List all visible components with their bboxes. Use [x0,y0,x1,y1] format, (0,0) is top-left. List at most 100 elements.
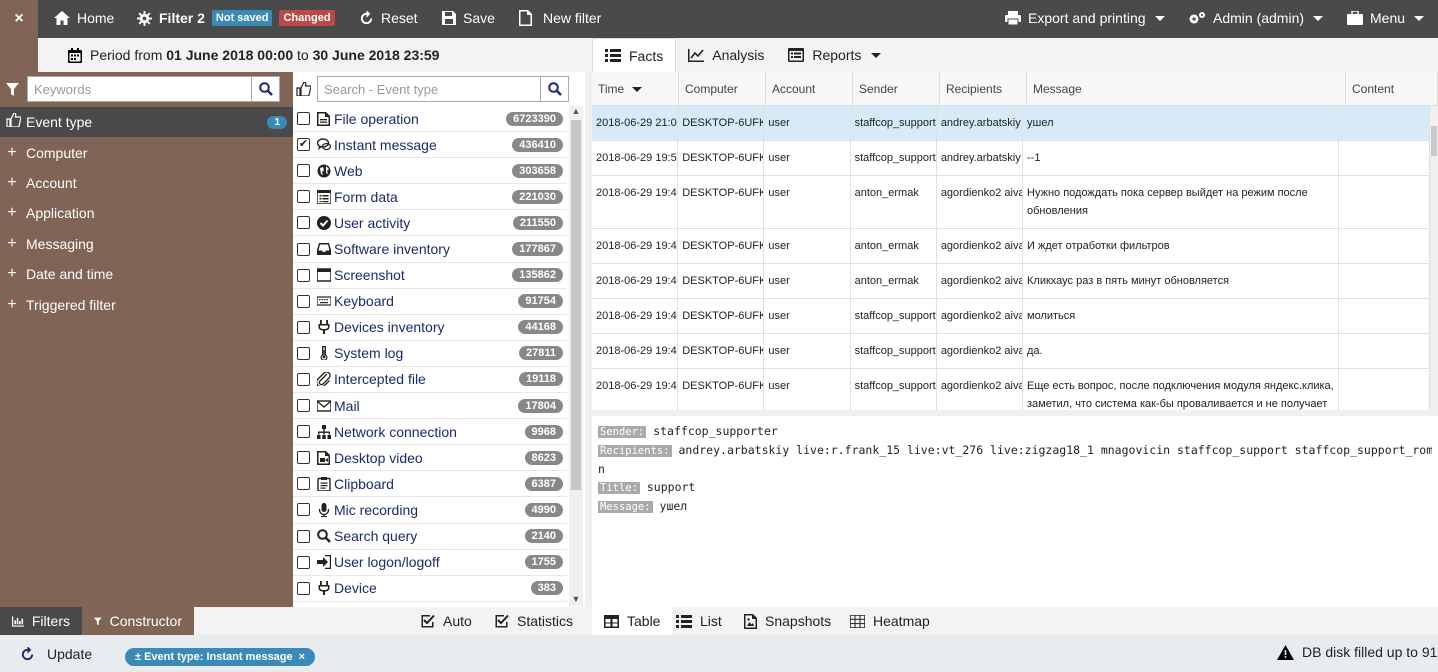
checkbox[interactable] [297,451,310,465]
checkbox[interactable] [297,581,310,595]
cell-computer: DESKTOP-6UFKR [678,106,765,140]
table-row[interactable]: 2018-06-29 19:5DESKTOP-6UFKRuserstaffcop… [592,141,1430,176]
table-row[interactable]: 2018-06-29 19:4DESKTOP-6UFKRuseranton_er… [592,264,1430,299]
tab-reports[interactable]: Reports [776,38,893,72]
event-type-item[interactable]: User activity 211550 [293,210,567,237]
keywords-search-button[interactable] [252,76,280,102]
scroll-up-icon[interactable]: ▲ [569,106,583,118]
column-header-content[interactable]: Content [1346,72,1438,106]
scrollbar-thumb[interactable] [1431,126,1437,156]
checkbox[interactable] [297,555,310,569]
list-view-tab[interactable]: List [664,607,734,635]
event-list-scrollbar[interactable]: ▲ ▼ [569,106,583,606]
reset-button[interactable]: Reset [359,0,418,36]
keywords-input[interactable]: Keywords [27,76,252,102]
event-type-item[interactable]: Mic recording 4990 [293,497,567,524]
table-row[interactable]: 2018-06-29 19:4DESKTOP-6UFKRuserstaffcop… [592,334,1430,369]
checkbox[interactable] [297,268,310,282]
checkbox[interactable] [297,425,310,439]
statistics-toggle[interactable]: Statistics [482,607,585,635]
checkbox[interactable] [297,164,310,178]
constructor-tab[interactable]: Constructor [82,607,194,635]
event-type-search-button[interactable] [541,76,569,102]
event-type-item[interactable]: Devices inventory 44168 [293,315,567,341]
export-printing-menu[interactable]: Export and printing [1005,0,1165,36]
table-row[interactable]: 2018-06-29 19:4DESKTOP-6UFKRuseranton_er… [592,229,1430,264]
new-filter-button[interactable]: New filter [519,0,601,36]
table-view-tab[interactable]: Table [592,607,673,635]
checkbox[interactable] [297,320,310,334]
snapshots-view-tab[interactable]: Snapshots [732,607,843,635]
heatmap-view-tab[interactable]: Heatmap [838,607,942,635]
checkbox-checked[interactable]: ✔ [297,138,310,152]
checkbox[interactable] [297,372,310,386]
main-menu[interactable]: Menu [1347,0,1425,36]
event-type-item[interactable]: Search query 2140 [293,524,567,550]
event-type-item[interactable]: User logon/logoff 1755 [293,550,567,576]
table-row[interactable]: 2018-06-29 19:4DESKTOP-6UFKRuseranton_er… [592,176,1430,229]
checkbox[interactable] [297,190,310,204]
table-row[interactable]: 2018-06-29 19:4DESKTOP-6UFKRuserstaffcop… [592,299,1430,334]
event-type-item[interactable]: Form data 221030 [293,184,567,211]
event-type-item[interactable]: Desktop video 8623 [293,445,567,472]
panel-splitter[interactable] [585,72,592,607]
event-type-item[interactable]: ✔ Instant message 436410 [293,132,567,159]
filter-category-messaging[interactable]: + Messaging [0,229,293,259]
filter-name: Filter 2 [159,10,205,26]
table-row[interactable]: 2018-06-29 21:00DESKTOP-6UFKRuserstaffco… [592,106,1430,141]
checkbox[interactable] [297,346,310,360]
column-header-sender[interactable]: Sender [853,72,940,106]
filter-category-date-and-time[interactable]: + Date and time [0,259,293,289]
checkbox[interactable] [297,242,310,256]
scroll-down-icon[interactable]: ▼ [569,594,583,606]
filter-category-computer[interactable]: + Computer [0,137,293,167]
event-count-badge: 2140 [524,529,563,544]
scrollbar-thumb[interactable] [571,120,581,490]
checkbox[interactable] [297,112,310,126]
form-icon [317,189,331,204]
event-type-item[interactable]: File operation 6723390 [293,106,567,133]
filter-category-account[interactable]: + Account [0,168,293,198]
event-type-item[interactable]: Clipboard 6387 [293,471,567,498]
event-type-item[interactable]: Network connection 9968 [293,419,567,446]
column-header-message[interactable]: Message [1027,72,1346,106]
update-button[interactable]: Update [8,640,104,668]
event-type-item[interactable]: Screenshot 135862 [293,263,567,289]
checkbox[interactable] [297,216,310,230]
home-button[interactable]: Home [54,0,114,36]
event-type-item[interactable]: Device 383 [293,576,567,602]
event-type-item[interactable]: Keyboard 91754 [293,289,567,315]
checkbox[interactable] [297,294,310,308]
filter-category-triggered-filter[interactable]: + Triggered filter [0,289,293,319]
filter-category-application[interactable]: + Application [0,198,293,228]
table-scrollbar[interactable] [1430,106,1438,410]
event-type-item[interactable]: Software inventory 177867 [293,236,567,263]
remove-filter-icon[interactable]: × [299,651,305,663]
filters-tab[interactable]: Filters [0,607,82,635]
close-button[interactable]: × [0,0,38,38]
period-selector[interactable]: Period from 01 June 2018 00:00 to 30 Jun… [0,38,592,72]
column-header-recipients[interactable]: Recipients [940,72,1027,106]
column-header-time[interactable]: Time [592,72,679,106]
save-button[interactable]: Save [442,0,495,36]
checkbox[interactable] [297,503,310,517]
tab-facts[interactable]: Facts [592,38,677,72]
table-row[interactable]: 2018-06-29 19:4DESKTOP-6UFKRuserstaffcop… [592,369,1430,410]
active-filter-chip[interactable]: ± Event type: Instant message × [125,648,316,666]
table-icon [604,614,619,628]
column-header-account[interactable]: Account [766,72,853,106]
event-type-item[interactable]: System log 27811 [293,341,567,367]
column-header-computer[interactable]: Computer [679,72,766,106]
event-type-item[interactable]: Mail 17804 [293,393,567,420]
checkbox[interactable] [297,477,310,491]
event-type-item[interactable]: Web 303658 [293,158,567,185]
auto-toggle[interactable]: Auto [408,607,484,635]
admin-menu[interactable]: Admin (admin) [1188,0,1324,36]
filter-menu[interactable]: Filter 2 Not saved Changed [137,0,335,36]
event-type-search-input[interactable]: Search - Event type [317,76,541,102]
checkbox[interactable] [297,399,310,413]
tab-analysis[interactable]: Analysis [676,38,776,72]
event-type-item[interactable]: Intercepted file 19118 [293,367,567,394]
filter-category-event-type[interactable]: Event type 1 [0,107,293,138]
checkbox[interactable] [297,529,310,543]
